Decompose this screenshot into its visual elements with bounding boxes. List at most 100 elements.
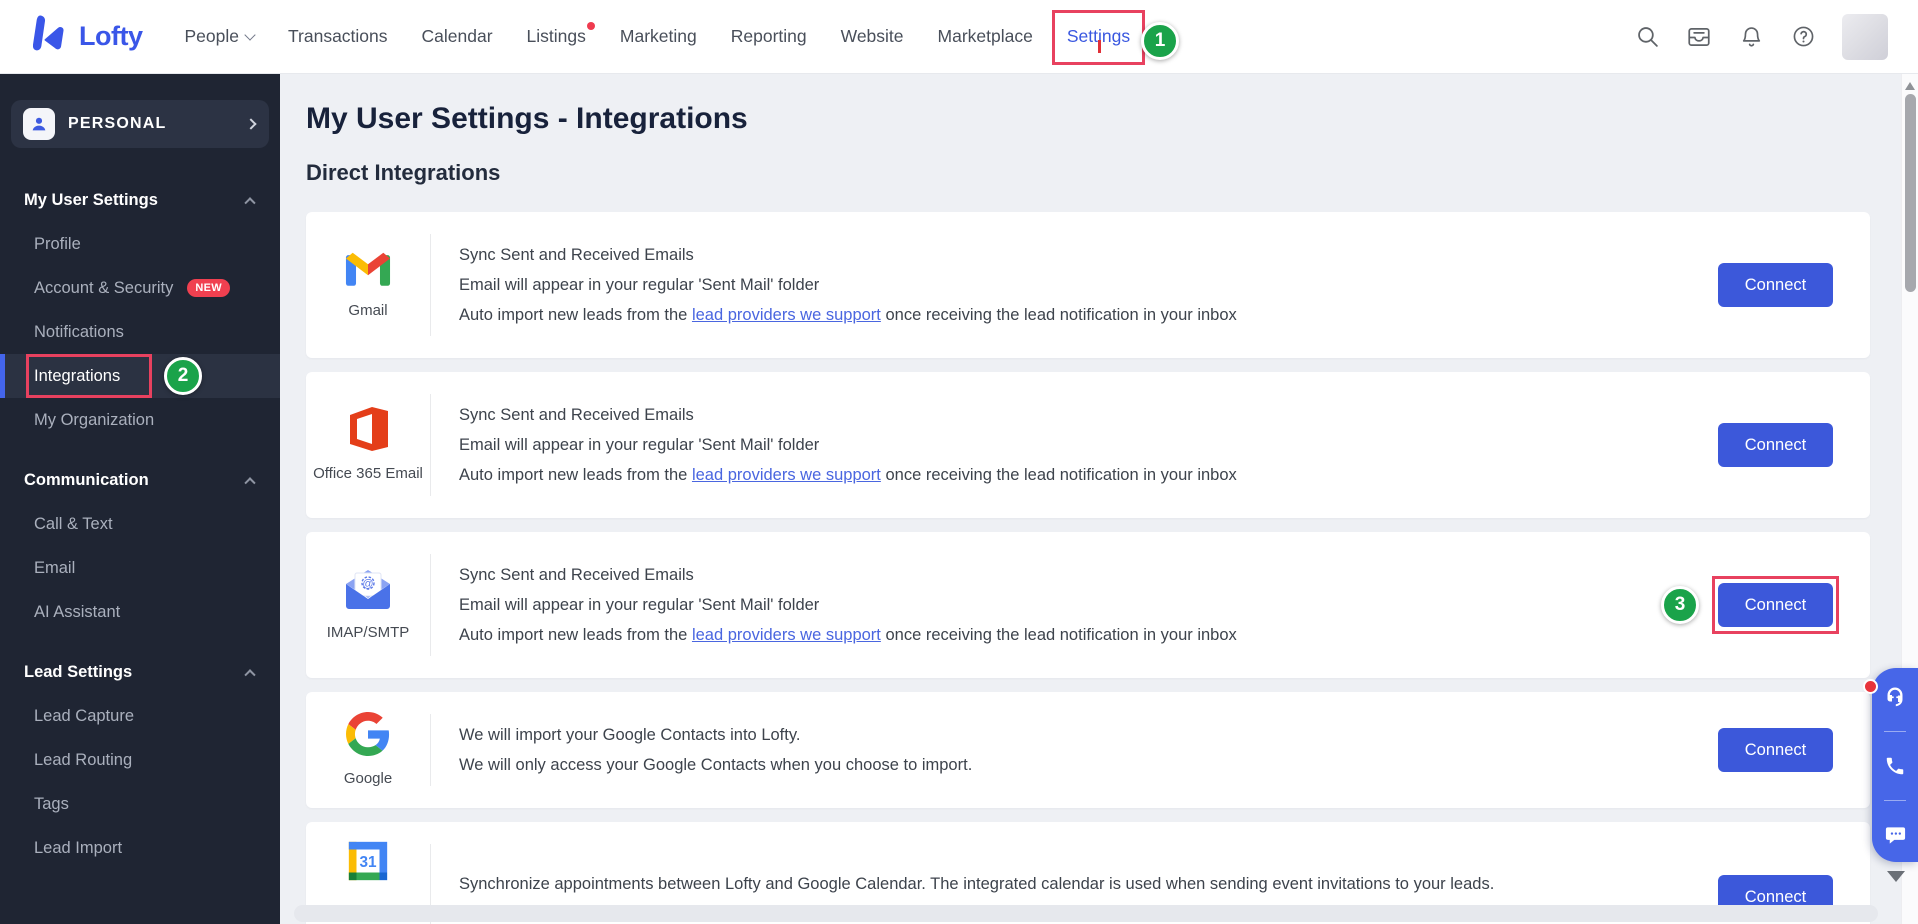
sidebar-item-notifications[interactable]: Notifications (0, 310, 280, 354)
integration-description: We will import your Google Contacts into… (431, 692, 1718, 808)
new-badge: NEW (187, 279, 230, 297)
description-text: once receiving the lead notification in … (880, 625, 1237, 644)
connect-button[interactable]: Connect (1718, 728, 1833, 772)
sidebar-section-my-user-settings[interactable]: My User Settings (0, 178, 280, 222)
sidebar-item-label: Notifications (34, 322, 124, 341)
chevron-up-icon (244, 197, 256, 209)
sidebar-item-ai-assistant[interactable]: AI Assistant (0, 590, 280, 634)
person-icon (23, 108, 55, 140)
sidebar-section-title: Communication (24, 470, 149, 489)
description-line: Auto import new leads from the lead prov… (459, 305, 1718, 326)
sidebar-item-label: Profile (34, 234, 81, 253)
account-switcher[interactable]: PERSONAL (11, 100, 269, 148)
description-line: Synchronize appointments between Lofty a… (459, 875, 1495, 893)
nav-item-website[interactable]: Website (841, 26, 904, 47)
sidebar-item-call-text[interactable]: Call & Text (0, 502, 280, 546)
scrollbar-up-arrow-icon[interactable] (1905, 82, 1915, 90)
help-icon[interactable] (1790, 24, 1816, 50)
description-line: Email will appear in your regular 'Sent … (459, 595, 820, 614)
connect-button[interactable]: Connect (1718, 423, 1833, 467)
lead-providers-link[interactable]: lead providers we support (692, 626, 881, 644)
nav-right-icons (1634, 13, 1888, 60)
deals-drawer-icon[interactable] (1686, 24, 1712, 50)
nav-item-label: Reporting (730, 26, 807, 46)
user-avatar[interactable] (1842, 13, 1888, 60)
nav-item-people[interactable]: People (184, 26, 256, 47)
notifications-bell-icon[interactable] (1738, 24, 1764, 50)
horizontal-scrollbar-thumb[interactable] (294, 905, 1878, 922)
integration-logo-column: Google (306, 692, 430, 808)
nav-item-marketing[interactable]: Marketing (620, 26, 697, 47)
integration-label: Google (343, 770, 393, 787)
sidebar-section-lead-settings[interactable]: Lead Settings (0, 650, 280, 694)
lead-providers-link[interactable]: lead providers we support (692, 466, 881, 484)
connect-button[interactable]: Connect (1718, 263, 1833, 307)
nav-item-label: Marketplace (937, 26, 1033, 46)
description-line: Sync Sent and Received Emails (459, 565, 694, 584)
settings-sidebar: PERSONAL My User Settings Profile Account … (0, 74, 280, 924)
sidebar-item-integrations[interactable]: Integrations 2 (0, 354, 280, 398)
integration-label: Gmail (348, 301, 388, 319)
listings-notification-dot (586, 22, 595, 30)
nav-item-transactions[interactable]: Transactions (288, 26, 388, 47)
integration-card-gmail: Gmail Sync Sent and Received Emails Email … (306, 212, 1870, 358)
lofty-logo-icon (32, 14, 69, 59)
description-text: once receiving the lead notification in … (880, 465, 1237, 484)
top-navigation-bar: Lofty People Transactions Calendar Listings… (0, 0, 1918, 74)
nav-item-settings[interactable]: Settings 1 (1051, 10, 1180, 65)
integration-description: Sync Sent and Received Emails Email will … (431, 212, 1718, 358)
annotation-step-1: 1 (1141, 22, 1180, 60)
sidebar-section-communication[interactable]: Communication (0, 458, 280, 502)
sidebar-item-email[interactable]: Email (0, 546, 280, 590)
gmail-logo (345, 251, 391, 293)
lofty-brand[interactable]: Lofty (32, 14, 143, 59)
sidebar-section-title: Lead Settings (24, 662, 133, 681)
scrollbar-thumb[interactable] (1905, 94, 1916, 292)
google-logo (346, 712, 390, 761)
connect-button[interactable]: Connect (1718, 583, 1833, 627)
description-line: We will import your Google Contacts into… (459, 725, 801, 744)
description-text: Auto import new leads from the (459, 305, 692, 324)
annotation-step-3: 3 (1661, 586, 1699, 624)
lead-providers-link[interactable]: lead providers we support (692, 306, 881, 324)
search-icon[interactable] (1634, 24, 1660, 50)
nav-item-calendar[interactable]: Calendar (422, 26, 493, 47)
nav-item-listings[interactable]: Listings (527, 22, 595, 47)
primary-nav: People Transactions Calendar Listings Market… (142, 10, 1180, 65)
description-line: Auto import new leads from the lead prov… (459, 625, 1718, 646)
integration-logo-column: @ IMAP/SMTP (306, 532, 430, 678)
sidebar-item-account-security[interactable]: Account & Security NEW (0, 266, 280, 310)
sidebar-item-label: Account & Security (34, 278, 174, 297)
nav-item-reporting[interactable]: Reporting (731, 26, 807, 47)
brand-name: Lofty (79, 21, 143, 51)
connect-button-wrap: Connect 3 (1661, 576, 1839, 634)
description-line: Auto import new leads from the lead prov… (459, 465, 1718, 486)
sidebar-item-lead-routing[interactable]: Lead Routing (0, 738, 280, 782)
sidebar-item-profile[interactable]: Profile (0, 222, 280, 266)
widget-notification-dot (1863, 679, 1878, 694)
integration-label: Office 365 Email (313, 465, 423, 482)
sidebar-item-lead-capture[interactable]: Lead Capture (0, 694, 280, 738)
description-line: Sync Sent and Received Emails (459, 245, 694, 264)
description-line: We will only access your Google Contacts… (459, 755, 973, 774)
description-line: Sync Sent and Received Emails (459, 405, 694, 424)
sidebar-item-tags[interactable]: Tags (0, 782, 280, 826)
chevron-right-icon (245, 118, 257, 130)
nav-item-marketplace[interactable]: Marketplace (938, 26, 1033, 47)
description-line: Email will appear in your regular 'Sent … (459, 275, 820, 294)
integration-logo-column: Gmail (306, 212, 430, 358)
sidebar-item-my-organization[interactable]: My Organization (0, 398, 280, 442)
sidebar-section-title: My User Settings (24, 190, 158, 209)
widget-collapse-arrow-icon[interactable] (1887, 871, 1905, 882)
connect-button-wrap: Connect (1718, 263, 1833, 307)
support-headset-icon[interactable] (1883, 685, 1907, 709)
sidebar-item-lead-import[interactable]: Lead Import (0, 826, 280, 870)
nav-item-label: Transactions (287, 26, 388, 46)
sidebar-item-label: Lead Import (34, 838, 123, 857)
section-title: Direct Integrations (306, 160, 501, 185)
phone-icon[interactable] (1883, 754, 1907, 778)
integration-logo-column: Office 365 Email (306, 372, 430, 518)
chat-bubble-icon[interactable] (1883, 823, 1907, 847)
description-text: Auto import new leads from the (459, 625, 692, 644)
sidebar-item-label: Lead Routing (34, 750, 133, 769)
